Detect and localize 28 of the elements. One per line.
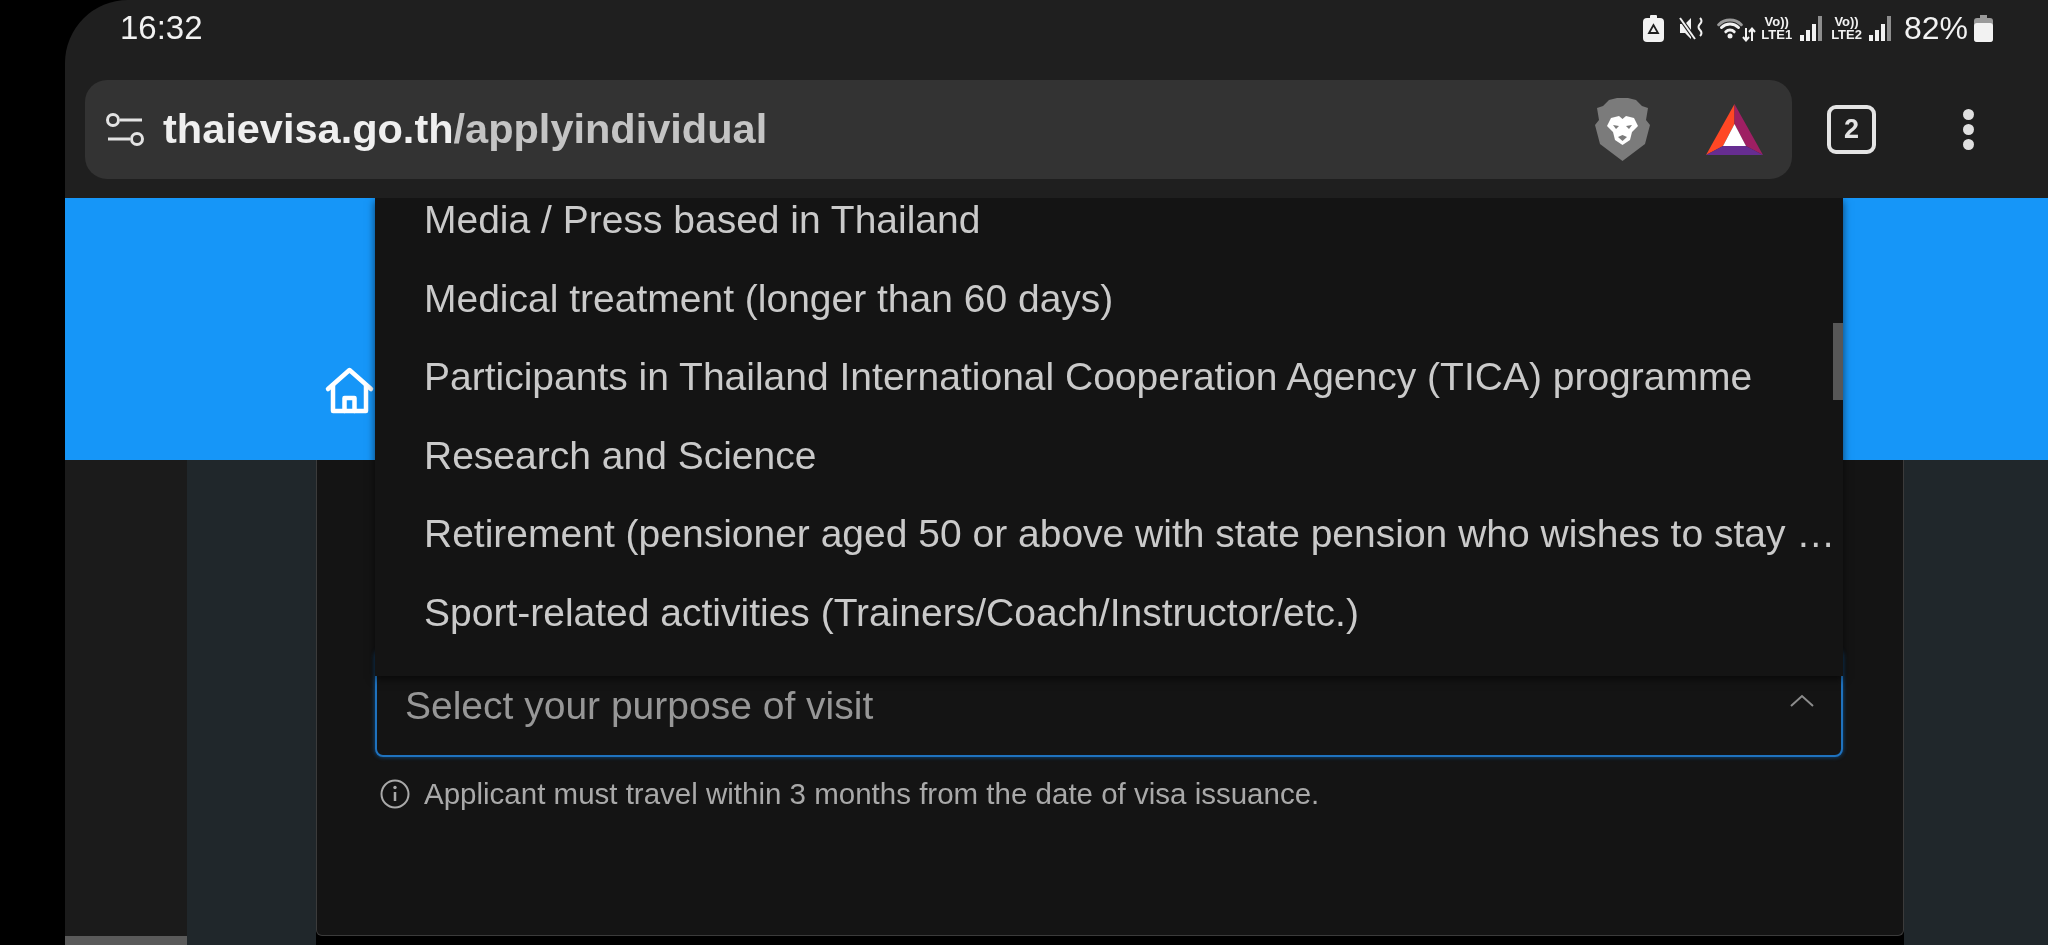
- dropdown-option[interactable]: Research and Science: [424, 433, 817, 478]
- address-bar[interactable]: thaievisa.go.th/applyindividual: [85, 79, 1792, 179]
- home-icon[interactable]: [324, 366, 375, 415]
- info-icon: [380, 779, 410, 809]
- chevron-up-icon: [1789, 694, 1815, 708]
- url-text: thaievisa.go.th/applyindividual: [163, 104, 768, 154]
- network-type-label: LTE1: [1761, 28, 1793, 41]
- signal-icon: [1800, 14, 1824, 42]
- dropdown-option[interactable]: Medical treatment (longer than 60 days): [424, 276, 1114, 321]
- scrollbar-thumb[interactable]: [65, 936, 187, 945]
- volte-label: Vo)): [1764, 15, 1789, 28]
- tab-count-button[interactable]: 2: [1827, 104, 1876, 154]
- clock-time: 16:32: [120, 9, 203, 47]
- helper-text: Applicant must travel within 3 months from the date of visa issuance.: [424, 777, 1320, 811]
- triangle-logo-icon[interactable]: [1706, 103, 1763, 155]
- battery-percent: 82%: [1903, 10, 1968, 46]
- battery-icon: [1974, 14, 1993, 42]
- network-type-label: LTE2: [1831, 28, 1862, 41]
- sliders-icon[interactable]: [106, 111, 144, 147]
- scrollbar-thumb[interactable]: [1833, 323, 1843, 400]
- dropdown-option[interactable]: Retirement (pensioner aged 50 or above with state pension who wishes to stay …: [424, 512, 1836, 557]
- menu-icon[interactable]: [1963, 108, 1974, 150]
- dropdown-option[interactable]: Sport-related activities (Trainers/Coach/Instructor/etc.): [424, 590, 1359, 635]
- signal-icon: [1868, 14, 1892, 42]
- dropdown-option[interactable]: Media / Press based in Thailand: [424, 198, 981, 242]
- lion-shield-icon[interactable]: [1595, 97, 1650, 161]
- volte-label: Vo)): [1834, 15, 1859, 28]
- dropdown-option[interactable]: Participants in Thailand International Cooperation Agency (TICA) programme: [424, 355, 1753, 400]
